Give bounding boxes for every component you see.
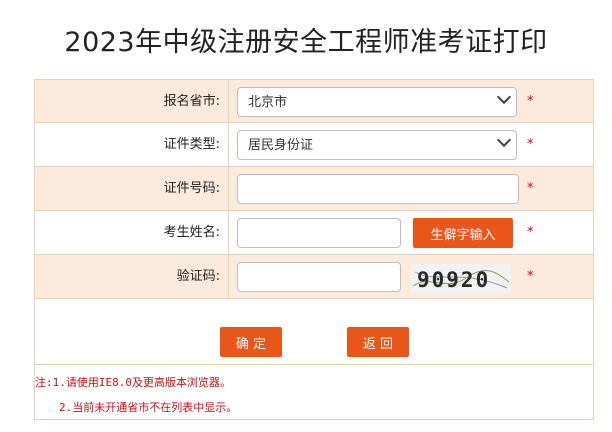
note-line-2: 2.当前未开通省市不在列表中显示。 (59, 401, 238, 414)
required-mark: * (527, 269, 534, 284)
confirm-button[interactable]: 确 定 (220, 327, 282, 357)
required-mark: * (527, 137, 534, 152)
name-input[interactable] (237, 218, 401, 248)
captcha-input[interactable] (237, 262, 401, 292)
province-select[interactable]: 北京市 (237, 87, 517, 117)
required-mark: * (527, 181, 534, 196)
page-title: 2023年中级注册安全工程师准考证打印 (64, 27, 548, 58)
captcha-text: 90920 (417, 268, 490, 292)
rare-char-input-button[interactable]: 生僻字输入 (413, 218, 513, 248)
id-number-row: 证件号码: * (35, 167, 593, 211)
id-type-select[interactable]: 居民身份证 (237, 130, 517, 160)
notes-area: 注:1.请使用IE8.0及更高版本浏览器。 2.当前未开通省市不在列表中显示。 (35, 365, 593, 419)
back-button[interactable]: 返 回 (347, 327, 409, 357)
province-label: 报名省市: (35, 80, 229, 122)
id-number-input[interactable] (237, 174, 519, 204)
name-row: 考生姓名: 生僻字输入 * (35, 211, 593, 255)
id-type-row: 证件类型: 居民身份证 * (35, 123, 593, 167)
admission-ticket-form: 报名省市: 北京市 * 证件类型: 居民身份证 * 证件号码: * 考生姓名: … (34, 79, 594, 420)
required-mark: * (527, 94, 534, 109)
province-row: 报名省市: 北京市 * (35, 80, 593, 123)
note-line-1: 注:1.请使用IE8.0及更高版本浏览器。 (35, 376, 231, 389)
id-number-label: 证件号码: (35, 167, 229, 210)
captcha-row: 验证码: 90920 * (35, 255, 593, 299)
captcha-label: 验证码: (35, 255, 229, 298)
name-label: 考生姓名: (35, 211, 229, 254)
id-type-label: 证件类型: (35, 123, 229, 166)
captcha-image[interactable]: 90920 (411, 264, 511, 294)
action-row: 确 定 返 回 (35, 299, 593, 365)
required-mark: * (527, 225, 534, 240)
